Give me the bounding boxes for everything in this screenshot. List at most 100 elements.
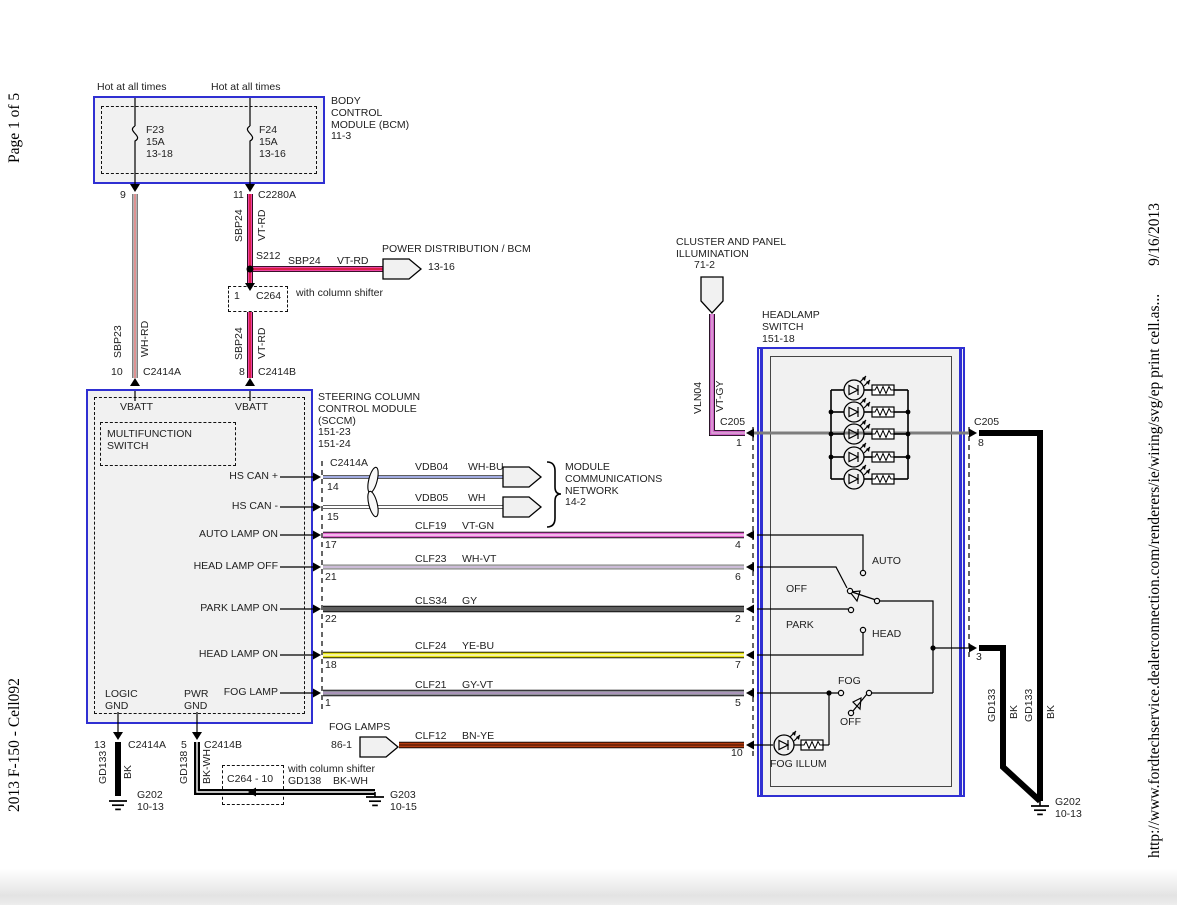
wiper-contact bbox=[874, 598, 879, 603]
arrow-down-icon bbox=[192, 732, 202, 740]
fog-lamps-ref: 86-1 bbox=[331, 740, 352, 752]
pin-18: 18 bbox=[325, 660, 337, 672]
sccm-pin-8: 8 bbox=[239, 367, 245, 379]
wire-gd133-right1-id: GD133 bbox=[986, 689, 998, 722]
wire-gd133-left-id: GD133 bbox=[97, 751, 109, 784]
position-park: PARK bbox=[786, 620, 814, 632]
pin-21: 21 bbox=[325, 572, 337, 584]
wire-gd138-v-id: GD138 bbox=[178, 751, 190, 784]
color-bn-ye: BN-YE bbox=[462, 731, 494, 743]
color-wh-bu: WH-BU bbox=[468, 462, 504, 474]
wire-sbp24-upper-id: SBP24 bbox=[233, 209, 245, 242]
switch-pin-8: 8 bbox=[978, 438, 984, 450]
fog-lamps-connector-icon bbox=[360, 737, 398, 757]
sccm-pin-10: 10 bbox=[111, 367, 123, 379]
url-text: http://www.fordtechservice.dealerconnect… bbox=[1146, 294, 1163, 858]
fog-illum-label: FOG ILLUM bbox=[770, 759, 827, 771]
power-dist-connector-icon bbox=[383, 259, 421, 279]
hot-label-left: Hot at all times bbox=[97, 82, 166, 94]
twisted-pair-icon bbox=[366, 466, 380, 517]
pin-15: 15 bbox=[327, 512, 339, 524]
circuit-clf24: CLF24 bbox=[415, 641, 447, 653]
wire-gd138-v-color: BK-WH bbox=[201, 749, 213, 784]
ground-g203-label: G203 10-15 bbox=[390, 790, 417, 814]
head-contact bbox=[860, 627, 865, 632]
sccm-row-head-lamp-off: HEAD LAMP OFF bbox=[108, 561, 278, 573]
network-connector-icon bbox=[503, 467, 541, 487]
connector-c205-right: C205 bbox=[974, 417, 999, 429]
sccm-row-head-lamp-on: HEAD LAMP ON bbox=[108, 649, 278, 661]
cluster-ref: 71-2 bbox=[694, 260, 715, 272]
fog-lamps-title: FOG LAMPS bbox=[329, 722, 390, 734]
arrow-down-icon bbox=[130, 184, 140, 192]
pin-14: 14 bbox=[327, 482, 339, 494]
headlamp-rotary-switch bbox=[754, 535, 969, 745]
bcm-pin-11: 11 bbox=[233, 190, 244, 202]
vbatt-left: VBATT bbox=[120, 402, 153, 414]
connector-c2414a-bottom: C2414A bbox=[128, 740, 166, 752]
wire-gd138-h-id: GD138 bbox=[288, 776, 321, 788]
arrow-down-icon bbox=[113, 732, 123, 740]
bcm-title: BODY CONTROL MODULE (BCM) 11-3 bbox=[331, 96, 409, 143]
color-ye-bu: YE-BU bbox=[462, 641, 494, 653]
splice-s212-label: S212 bbox=[256, 251, 281, 263]
position-auto: AUTO bbox=[872, 556, 901, 568]
position-head: HEAD bbox=[872, 629, 901, 641]
connector-c205-left: C205 bbox=[720, 417, 745, 429]
off-contact bbox=[847, 588, 852, 593]
document-label: 2013 F-150 - Cell092 bbox=[6, 678, 24, 812]
circuit-vdb05: VDB05 bbox=[415, 493, 448, 505]
connector-c2414a-top: C2414A bbox=[143, 367, 181, 379]
wire-layer bbox=[0, 0, 1177, 905]
splice-s212-dot bbox=[247, 266, 254, 273]
wire-vln04-color: VT-GY bbox=[714, 380, 726, 412]
color-gy: GY bbox=[462, 596, 477, 608]
wire-gd133-bk-right bbox=[979, 433, 1040, 801]
fuse-f23-label: F23 15A 13-18 bbox=[146, 125, 173, 160]
pin-17: 17 bbox=[325, 540, 337, 552]
ground-g202-left-label: G202 10-13 bbox=[137, 790, 164, 814]
wire-gd133-left-color: BK bbox=[122, 765, 134, 779]
fog-illum-resistor-icon bbox=[801, 740, 823, 750]
sccm-row-hs-can-plus: HS CAN + bbox=[108, 471, 278, 483]
c264-label: C264 bbox=[256, 291, 281, 303]
ground-g202-left-icon bbox=[109, 801, 127, 809]
hot-label-right: Hot at all times bbox=[211, 82, 280, 94]
headlamp-switch-title: HEADLAMP SWITCH 151-18 bbox=[762, 310, 820, 345]
fog-wiper-contact bbox=[866, 690, 871, 695]
arrow-down-icon bbox=[245, 184, 255, 192]
position-off: OFF bbox=[786, 584, 807, 596]
junction-dot bbox=[930, 645, 935, 650]
page-number-label: Page 1 of 5 bbox=[6, 93, 24, 163]
fuse-f23 bbox=[132, 98, 137, 184]
wire-gd133-right2-color: BK bbox=[1045, 705, 1057, 719]
switch-pin-7: 7 bbox=[735, 660, 741, 672]
connector-c264-10: C264 - 10 bbox=[227, 774, 273, 786]
ground-g202-right-label: G202 10-13 bbox=[1055, 797, 1082, 821]
switch-pin-10: 10 bbox=[731, 748, 743, 760]
c264-note: with column shifter bbox=[296, 288, 383, 300]
circuit-clf19: CLF19 bbox=[415, 521, 447, 533]
network-connector-icon bbox=[503, 497, 541, 517]
fuse-f24 bbox=[247, 98, 252, 184]
fuse-f24-label: F24 15A 13-16 bbox=[259, 125, 286, 160]
wire-sbp24-lower-id: SBP24 bbox=[233, 327, 245, 360]
pin-1-sccm: 1 bbox=[325, 698, 331, 710]
connector-c2414b-top: C2414B bbox=[258, 367, 296, 379]
source-url-label: http://www.fordtechservice.dealerconnect… bbox=[1146, 203, 1164, 858]
auto-contact bbox=[860, 570, 865, 575]
multifunction-switch-label: MULTIFUNCTION SWITCH bbox=[107, 429, 192, 453]
branch-wire-id: SBP24 bbox=[288, 256, 321, 268]
bcm-pin-9: 9 bbox=[120, 190, 126, 202]
wire-sbp24-upper-color: VT-RD bbox=[256, 210, 268, 242]
wire-gd133-right1-color: BK bbox=[1008, 705, 1020, 719]
wire-sbp23-id: SBP23 bbox=[112, 325, 124, 358]
switch-pin-6: 6 bbox=[735, 572, 741, 584]
circuit-vdb04: VDB04 bbox=[415, 462, 448, 474]
sccm-row-hs-can-minus: HS CAN - bbox=[108, 501, 278, 513]
ground-g202-right-icon bbox=[1031, 806, 1049, 814]
color-gy-vt: GY-VT bbox=[462, 680, 493, 692]
sccm-row-park-lamp-on: PARK LAMP ON bbox=[108, 603, 278, 615]
color-vt-gn: VT-GN bbox=[462, 521, 494, 533]
switch-pin-2: 2 bbox=[735, 614, 741, 626]
